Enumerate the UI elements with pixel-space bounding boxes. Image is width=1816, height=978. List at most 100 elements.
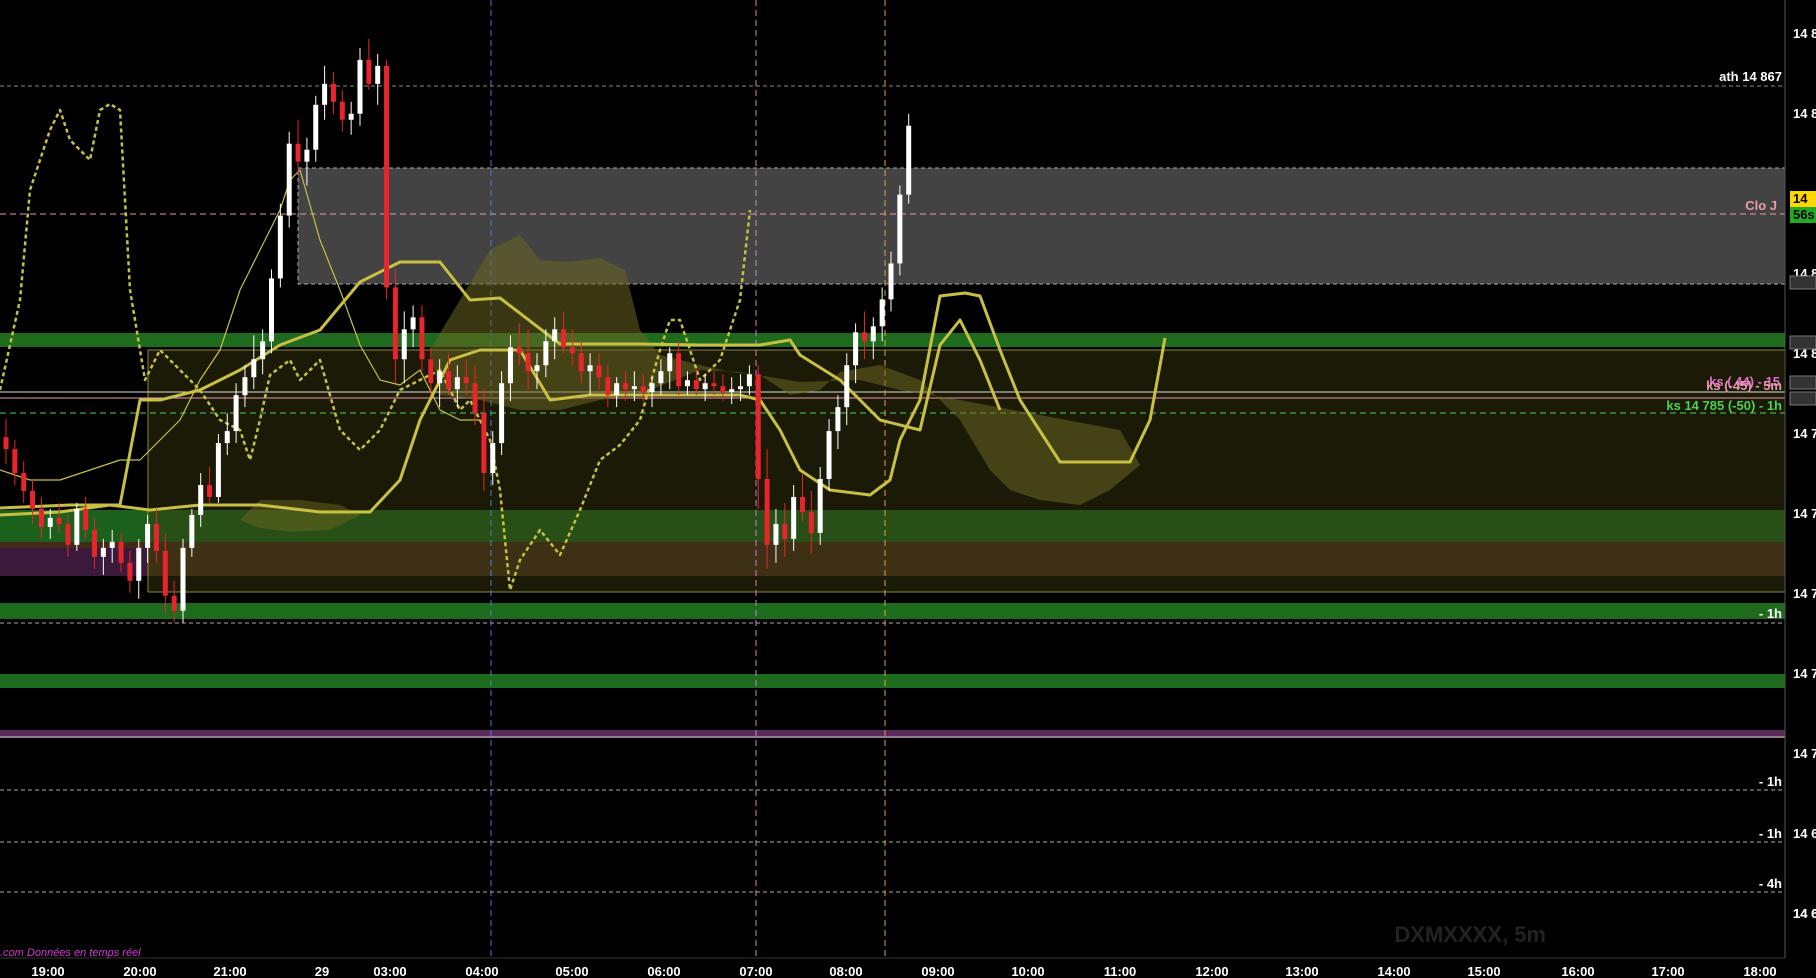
candle-body xyxy=(83,508,89,530)
candle-body xyxy=(198,484,204,515)
candle-body xyxy=(879,299,885,327)
candle-body xyxy=(614,383,620,396)
candle-body xyxy=(507,347,513,384)
candle-body xyxy=(313,104,319,150)
level-annotation: - 1h xyxy=(1759,774,1782,789)
candle-body xyxy=(490,443,496,474)
candle-body xyxy=(906,125,912,195)
candle-body xyxy=(649,383,655,393)
x-tick-label: 03:00 xyxy=(373,964,406,978)
x-tick-label: 05:00 xyxy=(555,964,588,978)
candle-body xyxy=(401,329,407,360)
y-tick-label: 14 7 xyxy=(1793,506,1816,521)
candle-body xyxy=(224,431,230,444)
candle-body xyxy=(738,386,744,390)
candle-body xyxy=(693,380,699,390)
x-tick-label: 29 xyxy=(315,964,329,978)
x-tick-label: 08:00 xyxy=(829,964,862,978)
candle-body xyxy=(746,374,752,387)
candle-body xyxy=(118,541,124,563)
candle-body xyxy=(38,508,44,527)
candle-body xyxy=(676,353,682,387)
candle-body xyxy=(552,329,558,342)
y-tick-label: 14 8 xyxy=(1793,26,1816,41)
y-tick-label: 14 6 xyxy=(1793,906,1816,921)
candle-body xyxy=(782,523,788,539)
x-tick-label: 19:00 xyxy=(31,964,64,978)
candle-body xyxy=(180,547,186,611)
candle-body xyxy=(30,490,36,509)
candle-body xyxy=(569,347,575,354)
candle-body xyxy=(437,371,443,384)
candle-body xyxy=(667,353,673,372)
price-badge-text: 14 xyxy=(1793,191,1808,206)
candle-body xyxy=(56,517,62,524)
level-annotation: ks 14 785 (-50) - 1h xyxy=(1666,398,1782,413)
x-tick-label: 13:00 xyxy=(1285,964,1318,978)
candle-body xyxy=(109,541,115,548)
candle-body xyxy=(454,377,460,390)
candle-body xyxy=(640,386,646,393)
support-zone-green-3 xyxy=(0,603,1785,619)
candle-body xyxy=(720,386,726,393)
candle-body xyxy=(136,547,142,581)
x-tick-label: 10:00 xyxy=(1011,964,1044,978)
y-tick-label: 14 7 xyxy=(1793,426,1816,441)
support-zone-green-4 xyxy=(0,674,1785,688)
candle-body xyxy=(800,496,805,512)
candle-body xyxy=(711,383,717,387)
candle-body xyxy=(277,215,283,279)
candle-body xyxy=(410,317,416,330)
projection-box xyxy=(147,349,1786,593)
candle-body xyxy=(260,341,266,360)
candle-body xyxy=(215,443,221,497)
candle-body xyxy=(153,523,159,551)
candle-body xyxy=(47,517,53,527)
price-chart[interactable]: 19:00 20:00 21:00 29 03:00 04:00 05:00 06:00 07:… xyxy=(0,0,1816,978)
right-edge-marker xyxy=(1789,391,1816,406)
x-tick-label: 12:00 xyxy=(1195,964,1228,978)
candle-body xyxy=(897,194,903,264)
x-tick-label: 18:00 xyxy=(1743,964,1776,978)
candle-body xyxy=(348,113,354,120)
candle-body xyxy=(844,365,850,408)
candle-body xyxy=(384,65,390,288)
candle-body xyxy=(578,353,584,372)
y-tick-label: 14 7 xyxy=(1793,746,1816,761)
candle-body xyxy=(145,523,151,548)
candle-body xyxy=(534,365,540,372)
x-tick-label: 14:00 xyxy=(1377,964,1410,978)
candle-body xyxy=(826,431,832,479)
candle-body xyxy=(481,413,487,474)
x-tick-label: 06:00 xyxy=(647,964,680,978)
candle-body xyxy=(684,380,690,387)
candle-body xyxy=(12,449,18,474)
y-tick-label: 14 8 xyxy=(1793,106,1816,121)
level-annotation: ks (-45) - 5m xyxy=(1706,378,1782,393)
candle-body xyxy=(242,377,248,396)
candle-body xyxy=(100,547,106,557)
candle-body xyxy=(269,278,274,342)
candle-body xyxy=(428,359,434,384)
zone-left-purple xyxy=(0,548,148,576)
candle-body xyxy=(499,383,505,444)
level-annotation: - 1h xyxy=(1759,826,1782,841)
level-annotation: ath 14 867 xyxy=(1719,69,1782,84)
candle-body xyxy=(755,374,761,479)
candle-body xyxy=(817,479,823,533)
candle-body xyxy=(286,143,292,216)
support-zone-green-1 xyxy=(0,333,1785,347)
candle-body xyxy=(189,514,195,548)
x-tick-label: 07:00 xyxy=(739,964,772,978)
candle-body xyxy=(162,550,168,596)
x-tick-label: 21:00 xyxy=(213,964,246,978)
candle-body xyxy=(304,149,310,162)
candle-body xyxy=(702,383,708,390)
candle-body xyxy=(3,437,9,450)
candle-body xyxy=(357,59,363,114)
right-edge-marker xyxy=(1789,375,1816,390)
candle-body xyxy=(472,383,478,414)
candle-body xyxy=(207,484,213,497)
candle-body xyxy=(861,332,867,342)
symbol-watermark: DXMXXXX, 5m xyxy=(1394,922,1546,947)
